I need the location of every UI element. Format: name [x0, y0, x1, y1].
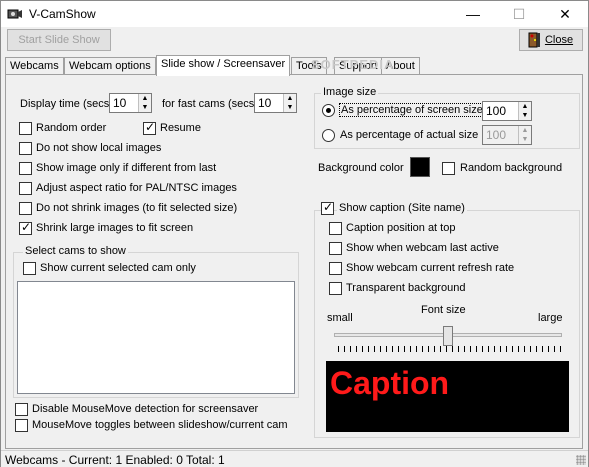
- background-color-swatch[interactable]: [410, 157, 430, 177]
- close-label: Close: [544, 34, 574, 46]
- resume-label: Resume: [160, 122, 201, 134]
- image-size-title: Image size: [321, 86, 379, 98]
- no-local-images-checkbox[interactable]: [19, 142, 32, 155]
- shrink-large-checkbox[interactable]: [19, 220, 32, 235]
- refresh-rate-label: Show webcam current refresh rate: [346, 262, 515, 274]
- random-order-label: Random order: [36, 122, 107, 134]
- font-size-ticks: [338, 346, 562, 352]
- display-time-value[interactable]: 10: [113, 96, 126, 110]
- display-time-label: Display time (secs): [20, 98, 113, 110]
- disable-mousemove-label: Disable MouseMove detection for screensa…: [32, 403, 259, 415]
- start-slide-show-button[interactable]: Start Slide Show: [7, 29, 111, 51]
- pct-actual-spinner[interactable]: 100 ▲ ▼: [482, 125, 532, 145]
- aspect-ratio-label: Adjust aspect ratio for PAL/NTSC images: [36, 182, 237, 194]
- show-caption-label: Show caption (Site name): [337, 202, 467, 214]
- show-caption-checkbox[interactable]: [321, 200, 334, 215]
- close-button[interactable]: Close: [519, 29, 583, 51]
- camera-app-icon: [7, 9, 22, 19]
- spin-arrows-icon[interactable]: ▲ ▼: [518, 126, 531, 144]
- pct-screen-label: As percentage of screen size: [339, 103, 485, 117]
- no-local-images-label: Do not show local images: [36, 142, 162, 154]
- pct-screen-radio[interactable]: [322, 104, 335, 117]
- pct-actual-label: As percentage of actual size: [340, 129, 479, 141]
- no-shrink-label: Do not shrink images (to fit selected si…: [36, 202, 238, 214]
- show-if-different-label: Show image only if different from last: [36, 162, 217, 174]
- pct-screen-spinner[interactable]: 100 ▲ ▼: [482, 101, 532, 121]
- spin-arrows-icon[interactable]: ▲ ▼: [283, 94, 296, 112]
- title-bar[interactable]: V-CamShow — ☐ ✕: [1, 1, 588, 27]
- last-active-checkbox[interactable]: [329, 242, 342, 255]
- cams-listbox[interactable]: [17, 281, 295, 394]
- watermark: SOFTPEDIA: [311, 57, 395, 72]
- shrink-large-label: Shrink large images to fit screen: [36, 222, 194, 234]
- random-background-checkbox[interactable]: [442, 162, 455, 175]
- pct-actual-radio[interactable]: [322, 129, 335, 142]
- resize-grip-icon[interactable]: [576, 455, 586, 465]
- fast-cams-value[interactable]: 10: [258, 96, 271, 110]
- transparent-bg-checkbox[interactable]: [329, 282, 342, 295]
- exit-door-icon: [528, 32, 540, 48]
- spin-arrows-icon[interactable]: ▲ ▼: [138, 94, 151, 112]
- refresh-rate-checkbox[interactable]: [329, 262, 342, 275]
- tab-slide-show[interactable]: Slide show / Screensaver: [156, 55, 291, 76]
- transparent-bg-label: Transparent background: [346, 282, 466, 294]
- caption-preview: Caption: [326, 361, 569, 432]
- background-color-label: Background color: [318, 162, 404, 174]
- font-size-slider-thumb[interactable]: [443, 326, 453, 346]
- main-window: V-CamShow — ☐ ✕ Start Slide Show Close W…: [0, 0, 589, 467]
- minimize-button[interactable]: —: [450, 1, 496, 27]
- font-size-small-label: small: [327, 312, 353, 324]
- no-shrink-checkbox[interactable]: [19, 202, 32, 215]
- last-active-label: Show when webcam last active: [346, 242, 499, 254]
- pct-screen-value[interactable]: 100: [486, 104, 506, 118]
- current-cam-only-label: Show current selected cam only: [40, 262, 196, 274]
- current-cam-only-checkbox[interactable]: [23, 262, 36, 275]
- disable-mousemove-checkbox[interactable]: [15, 403, 28, 416]
- caption-preview-text: Caption: [330, 365, 450, 401]
- select-cams-title: Select cams to show: [23, 245, 128, 257]
- caption-top-checkbox[interactable]: [329, 222, 342, 235]
- pct-actual-value[interactable]: 100: [486, 128, 506, 142]
- font-size-label: Font size: [421, 304, 466, 316]
- font-size-large-label: large: [538, 312, 563, 324]
- aspect-ratio-checkbox[interactable]: [19, 182, 32, 195]
- mousemove-toggles-checkbox[interactable]: [15, 419, 28, 432]
- fast-cams-label: for fast cams (secs): [162, 98, 258, 110]
- fast-cams-spinner[interactable]: 10 ▲ ▼: [254, 93, 297, 113]
- show-if-different-checkbox[interactable]: [19, 162, 32, 175]
- window-close-button[interactable]: ✕: [542, 1, 588, 27]
- random-background-label: Random background: [460, 162, 563, 174]
- caption-top-label: Caption position at top: [346, 222, 456, 234]
- resume-checkbox[interactable]: [143, 120, 156, 135]
- display-time-spinner[interactable]: 10 ▲ ▼: [109, 93, 152, 113]
- status-text: Webcams - Current: 1 Enabled: 0 Total: 1: [5, 453, 225, 467]
- maximize-button[interactable]: ☐: [496, 1, 542, 27]
- spin-arrows-icon[interactable]: ▲ ▼: [518, 102, 531, 120]
- random-order-checkbox[interactable]: [19, 122, 32, 135]
- window-title: V-CamShow: [29, 7, 96, 21]
- status-bar: Webcams - Current: 1 Enabled: 0 Total: 1: [1, 450, 588, 467]
- mousemove-toggles-label: MouseMove toggles between slideshow/curr…: [32, 419, 288, 431]
